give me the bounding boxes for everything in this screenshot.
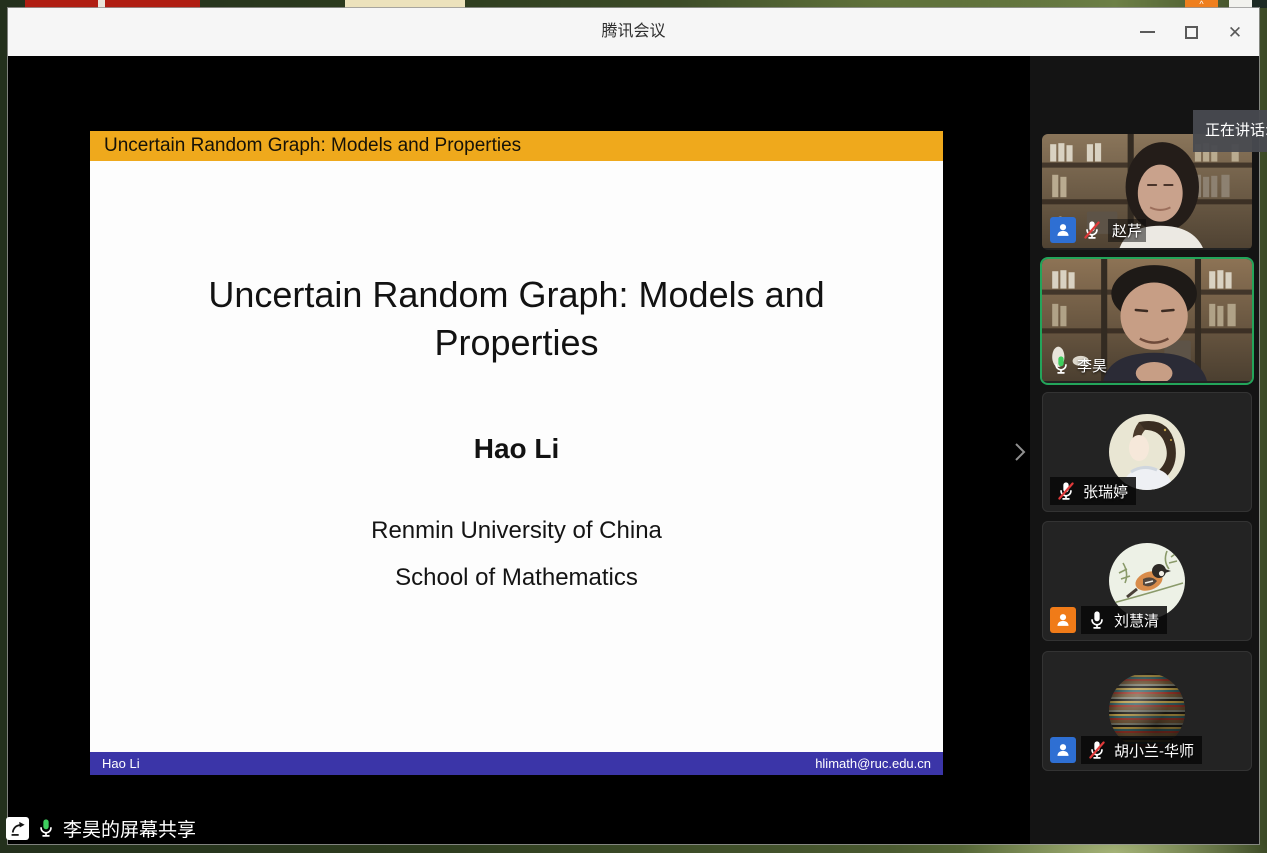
mic-muted-icon	[1081, 219, 1103, 241]
background-window-sliver	[1229, 0, 1252, 8]
background-window-sliver	[345, 0, 465, 8]
participant-tile-active-speaker[interactable]: 李昊	[1042, 259, 1252, 383]
chevron-right-icon	[1008, 438, 1032, 466]
affiliation-line-2: School of Mathematics	[90, 566, 943, 590]
screen-share-status-banner: 李昊的屏幕共享	[6, 814, 196, 842]
participant-tile[interactable]: 刘慧清	[1042, 521, 1252, 641]
mic-on-icon	[35, 817, 57, 839]
participant-name: 刘慧清	[1114, 610, 1159, 631]
participant-name-row: 赵芹	[1050, 217, 1146, 243]
participant-name-row: 刘慧清	[1050, 606, 1167, 634]
participant-name: 张瑞婷	[1083, 481, 1128, 502]
participant-name-row: 胡小兰-华师	[1050, 736, 1202, 764]
background-window-sliver	[25, 0, 200, 8]
slide-main-title: Uncertain Random Graph: Models and Prope…	[90, 271, 943, 366]
person-icon	[1054, 611, 1072, 629]
background-window-sliver	[1252, 0, 1267, 8]
host-person-badge	[1050, 737, 1076, 763]
slide-author: Hao Li	[90, 433, 943, 465]
mic-muted-icon	[1086, 739, 1108, 761]
mic-muted-icon	[1055, 480, 1077, 502]
participant-tile[interactable]: 张瑞婷	[1042, 392, 1252, 512]
window-titlebar[interactable]: 腾讯会议 ✕	[8, 8, 1259, 56]
participant-name: 赵芹	[1108, 219, 1146, 242]
name-label: 张瑞婷	[1050, 477, 1136, 505]
host-person-badge	[1050, 217, 1076, 243]
slide-affiliation: Renmin University of China School of Mat…	[90, 519, 943, 590]
person-icon	[1054, 221, 1072, 239]
maximize-icon	[1185, 26, 1198, 39]
slide-footer-bar: Hao Li hlimath@ruc.edu.cn	[90, 752, 943, 775]
share-banner-text: 李昊的屏幕共享	[63, 815, 196, 842]
affiliation-line-1: Renmin University of China	[90, 519, 943, 543]
window-title: 腾讯会议	[8, 8, 1259, 56]
host-person-badge	[1050, 607, 1076, 633]
shared-screen-slide: Uncertain Random Graph: Models and Prope…	[90, 131, 943, 775]
mic-on-icon	[1050, 354, 1072, 376]
name-label: 刘慧清	[1081, 606, 1167, 634]
close-button[interactable]: ✕	[1225, 22, 1245, 42]
slide-header-bar: Uncertain Random Graph: Models and Prope…	[90, 131, 943, 161]
slide-footer-author: Hao Li	[102, 752, 140, 775]
desktop-background-sliver: ^	[0, 0, 1267, 8]
slide-footer-email: hlimath@ruc.edu.cn	[815, 752, 931, 775]
speaking-indicator-tooltip: 正在讲话:	[1193, 110, 1267, 152]
meeting-app-window: ^ 腾讯会议 ✕ Uncertain Random Graph: Models …	[0, 0, 1267, 853]
tray-arrow-sliver: ^	[1185, 0, 1218, 8]
minimize-icon	[1140, 31, 1155, 33]
participant-name-row: 张瑞婷	[1050, 477, 1136, 505]
participant-name: 胡小兰-华师	[1114, 740, 1194, 761]
sidebar-collapse-chevron[interactable]	[1008, 438, 1032, 466]
person-icon	[1054, 741, 1072, 759]
maximize-button[interactable]	[1181, 22, 1201, 42]
window-controls: ✕	[1137, 8, 1245, 56]
participant-name: 李昊	[1077, 355, 1107, 376]
participant-tile[interactable]: 胡小兰-华师	[1042, 651, 1252, 771]
mic-on-icon	[1086, 609, 1108, 631]
minimize-button[interactable]	[1137, 22, 1157, 42]
screen-share-icon	[6, 817, 29, 840]
name-label: 胡小兰-华师	[1081, 736, 1202, 764]
participant-name-row: 李昊	[1050, 354, 1107, 376]
